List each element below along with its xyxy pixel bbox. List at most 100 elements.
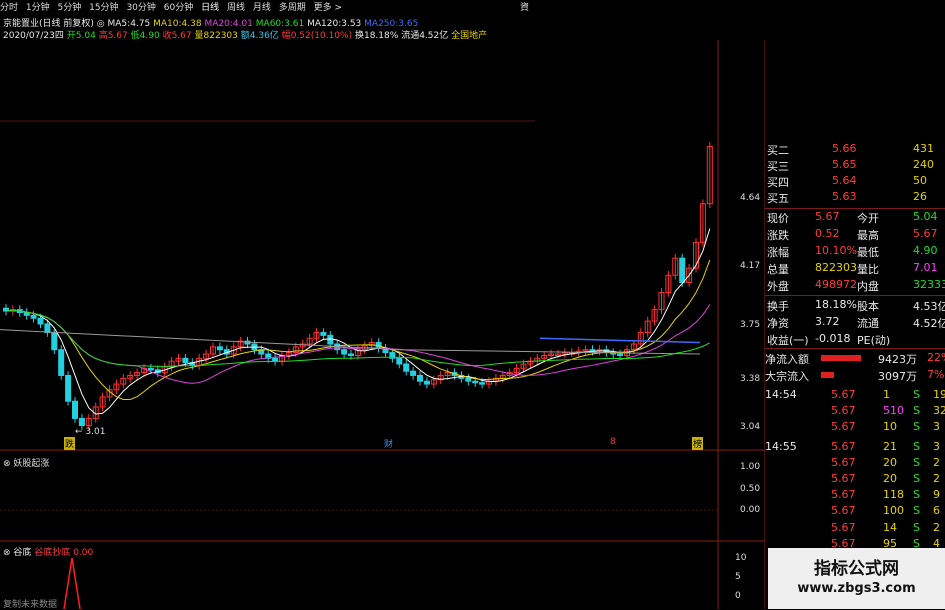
watermark-url: www.zbgs3.com [797, 581, 916, 596]
trade-price: 5.67 [831, 388, 856, 401]
y-tick-3: 3.75 [740, 320, 761, 330]
stat-label-2: 最低 [857, 246, 879, 259]
tab-30min[interactable]: 30分钟 [126, 3, 155, 13]
event-marker-2[interactable]: 财 [384, 437, 393, 450]
flow-value: 3097万 [878, 370, 917, 383]
stat-label-2: 今开 [857, 212, 879, 225]
candle-body [472, 380, 479, 384]
stat-label: 外盘 [767, 280, 789, 293]
stat-value: 822303 [815, 261, 857, 274]
candle-body [341, 349, 348, 355]
period-toolbar: 分时 1分钟 5分钟 15分钟 30分钟 60分钟 日线 周线 月线 多周期 更… [0, 0, 535, 13]
flow-row[interactable]: 大宗流入 3097万 7% [765, 368, 945, 384]
bid-volume: 240 [913, 158, 934, 171]
y-tick-1: 4.64 [740, 193, 761, 203]
info-label-2: 股本 [857, 300, 879, 313]
bid-price: 5.64 [832, 174, 857, 187]
trade-row[interactable]: 5.67 118 S 9 [765, 488, 945, 504]
bid-price: 5.65 [832, 158, 857, 171]
bid-price: 5.63 [832, 190, 857, 203]
candle-body [679, 257, 686, 283]
trade-row[interactable]: 5.67 510 S 32 [765, 404, 945, 420]
info-row[interactable]: 净资 3.72 流通 4.52亿 [765, 315, 945, 331]
trade-volume: 21 [883, 439, 897, 453]
stat-label: 涨幅 [767, 246, 789, 259]
trade-row[interactable]: 5.67 20 S 2 [765, 456, 945, 472]
stat-label-2: 内盘 [857, 280, 879, 293]
tab-weekly[interactable]: 周线 [227, 3, 245, 13]
stat-row[interactable]: 现价 5.67 今开 5.04 [765, 210, 945, 226]
tab-fenshi[interactable]: 分时 [0, 3, 18, 13]
bid-row[interactable]: 买二 5.66 431 [765, 142, 945, 158]
tab-monthly[interactable]: 月线 [253, 3, 271, 13]
trade-row[interactable]: 5.67 20 S 2 [765, 472, 945, 488]
info-label: 净资 [767, 317, 789, 330]
candle-body [216, 346, 223, 351]
stat-value-2: 5.67 [913, 227, 938, 240]
y-tick-2: 4.17 [740, 261, 761, 271]
toolbar-right-label[interactable]: 資 [520, 0, 529, 13]
trade-row[interactable]: 5.67 14 S 2 [765, 521, 945, 537]
candle-body [78, 417, 85, 427]
sub1-tick-3: 0.00 [740, 505, 761, 515]
trade-price: 5.67 [831, 439, 856, 453]
kline-chart[interactable] [0, 40, 765, 609]
trade-row[interactable]: 14:54 5.67 1 S 19 [765, 388, 945, 404]
stat-value-2: 323331 [913, 278, 945, 291]
candle-body [58, 349, 65, 376]
y-tick-4: 3.38 [740, 374, 761, 384]
info-label: 换手 [767, 300, 789, 313]
ma-lines [0, 228, 711, 415]
trade-side: S [913, 404, 920, 418]
candle-body [423, 380, 430, 385]
trade-price: 5.67 [831, 472, 856, 485]
bid-label: 买二 [767, 144, 789, 157]
tab-5min[interactable]: 5分钟 [58, 3, 82, 13]
candle-body [417, 374, 423, 382]
trade-volume: 100 [883, 504, 904, 518]
trade-count: 19 [933, 388, 945, 401]
stat-row[interactable]: 外盘 498972内盘 323331 [765, 278, 945, 294]
event-marker-1[interactable]: 跌 [64, 437, 76, 450]
candle-body [410, 370, 417, 376]
stat-label-2: 最高 [857, 229, 879, 242]
candle-body [479, 382, 486, 385]
trade-price: 5.67 [831, 504, 856, 518]
trade-row[interactable]: 5.67 100 S 6 [765, 504, 945, 520]
info-row[interactable]: 换手 18.18% 股本 4.53亿 [765, 298, 945, 314]
trade-volume: 1 [883, 388, 890, 401]
tab-60min[interactable]: 60分钟 [164, 3, 193, 13]
candle-body [327, 334, 334, 345]
stat-row[interactable]: 总量 822303 量比 7.01 [765, 261, 945, 277]
tab-daily[interactable]: 日线 [201, 3, 219, 13]
trade-volume: 510 [883, 404, 904, 418]
tab-multi-period[interactable]: 多周期 [279, 3, 306, 13]
sub2-title: ⊗ 谷底 谷底抄底 0.00 [3, 545, 93, 558]
info-row[interactable]: 收益(一) -0.018 PE(动) [765, 332, 945, 348]
sub2-spike [63, 557, 81, 609]
ma5-line [5, 228, 711, 415]
trade-row[interactable]: 5.67 10 S 3 [765, 420, 945, 436]
info-value: 18.18% [815, 298, 857, 311]
trade-volume: 118 [883, 488, 904, 502]
tab-more[interactable]: 更多 > [314, 3, 342, 13]
stat-row[interactable]: 涨幅 10.10% 最低 4.90 [765, 244, 945, 260]
stat-row[interactable]: 涨跌 0.52 最高 5.67 [765, 227, 945, 243]
sub1-title-icon[interactable]: ⊗ [3, 459, 11, 469]
bid-row[interactable]: 买五 5.63 26 [765, 190, 945, 206]
sub2-title-icon[interactable]: ⊗ [3, 548, 11, 558]
tab-15min[interactable]: 15分钟 [89, 3, 118, 13]
tab-1min[interactable]: 1分钟 [26, 3, 50, 13]
bid-row[interactable]: 买四 5.64 50 [765, 174, 945, 190]
sub1-tick-2: 0.50 [740, 484, 761, 494]
stat-value: 5.67 [815, 210, 840, 223]
bid-row[interactable]: 买三 5.65 240 [765, 158, 945, 174]
trade-row[interactable]: 14:55 5.67 21 S 3 [765, 440, 945, 456]
event-marker-4[interactable]: 榜 [692, 437, 704, 450]
trade-count: 2 [933, 455, 940, 469]
candle-body [396, 357, 403, 365]
candle-body [465, 377, 472, 382]
event-marker-3[interactable]: 8 [610, 437, 616, 447]
info-value: -0.018 [815, 332, 851, 345]
candle-body [182, 357, 189, 364]
